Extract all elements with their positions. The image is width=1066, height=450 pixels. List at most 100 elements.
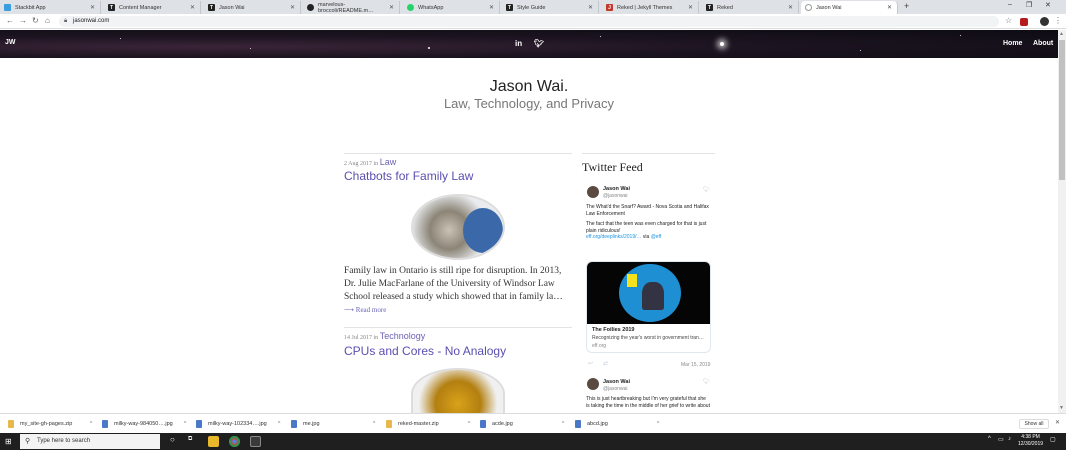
whatsapp-icon bbox=[407, 4, 414, 11]
tab-stackbit-app[interactable]: Stackbit App ✕ bbox=[0, 1, 101, 14]
github-icon bbox=[307, 4, 314, 11]
download-item[interactable]: milky-way-102334….jpg ^ bbox=[196, 419, 280, 429]
chevron-up-icon[interactable]: ^ bbox=[657, 421, 659, 427]
tweet-link[interactable]: eff.org/deeplinks/2019/… bbox=[586, 234, 642, 240]
close-tab-icon[interactable]: ✕ bbox=[90, 4, 95, 11]
tweet-author-handle[interactable]: @jasonwai bbox=[603, 193, 628, 199]
page-scrollbar[interactable]: ▲ ▼ bbox=[1058, 30, 1066, 413]
scroll-down-icon[interactable]: ▼ bbox=[1059, 405, 1064, 411]
tweet-author-handle[interactable]: @jasonwai bbox=[603, 386, 628, 392]
post-category-link[interactable]: Technology bbox=[380, 331, 426, 341]
download-filename: my_site-gh-pages.zip bbox=[20, 421, 73, 427]
site-brand-logo[interactable]: JW bbox=[5, 39, 16, 46]
post-category-link[interactable]: Law bbox=[380, 157, 397, 167]
close-tab-icon[interactable]: ✕ bbox=[887, 4, 892, 11]
post-title-link[interactable]: Chatbots for Family Law bbox=[344, 169, 473, 183]
close-tab-icon[interactable]: ✕ bbox=[788, 4, 793, 11]
hand-shape bbox=[463, 208, 503, 253]
card-description: Recognizing the year's worst in governme… bbox=[592, 335, 704, 341]
tab-jason-wai[interactable]: T Jason Wai ✕ bbox=[204, 1, 301, 14]
close-tab-icon[interactable]: ✕ bbox=[688, 4, 693, 11]
close-window-icon[interactable]: ✕ bbox=[1045, 1, 1051, 9]
image-file-icon bbox=[575, 420, 581, 428]
menu-icon[interactable]: ⋮ bbox=[1054, 16, 1062, 25]
star-icon[interactable]: ☆ bbox=[1005, 16, 1012, 25]
chevron-up-icon[interactable]: ^ bbox=[278, 421, 280, 427]
tweet-date[interactable]: Mar 15, 2019 bbox=[681, 362, 710, 368]
address-bar[interactable]: 🔒︎ jasonwai.com bbox=[59, 16, 999, 27]
close-shelf-icon[interactable]: ✕ bbox=[1055, 419, 1060, 426]
taskbar-clock[interactable]: 4:38 PM 12/30/2019 bbox=[1018, 434, 1043, 448]
tweet-author-name[interactable]: Jason Wai bbox=[603, 186, 630, 192]
chevron-up-icon[interactable]: ^ bbox=[373, 421, 375, 427]
tab-reked[interactable]: T Reked ✕ bbox=[702, 1, 799, 14]
nav-home-link[interactable]: Home bbox=[1003, 40, 1022, 47]
tab-title: WhatsApp bbox=[418, 4, 444, 11]
chevron-up-icon[interactable]: ^ bbox=[988, 436, 991, 442]
download-item[interactable]: acde.jpg ^ bbox=[480, 419, 564, 429]
reload-icon[interactable]: ↻ bbox=[32, 16, 39, 25]
twitter-bird-icon: 🐦︎ bbox=[703, 187, 711, 193]
chevron-up-icon[interactable]: ^ bbox=[562, 421, 564, 427]
card-image bbox=[587, 262, 710, 324]
file-explorer-icon[interactable] bbox=[208, 436, 219, 447]
forward-icon[interactable]: → bbox=[19, 16, 27, 25]
tab-content-manager[interactable]: T Content Manager ✕ bbox=[104, 1, 201, 14]
chevron-up-icon[interactable]: ^ bbox=[184, 421, 186, 427]
close-tab-icon[interactable]: ✕ bbox=[588, 4, 593, 11]
home-icon[interactable]: ⌂ bbox=[45, 16, 50, 25]
read-more-link[interactable]: ⟶ Read more bbox=[344, 306, 386, 314]
tweet-author-name[interactable]: Jason Wai bbox=[603, 379, 630, 385]
close-tab-icon[interactable]: ✕ bbox=[489, 4, 494, 11]
tweet-mention-link[interactable]: @eff bbox=[651, 234, 662, 240]
minimize-icon[interactable]: – bbox=[1008, 1, 1012, 8]
chevron-up-icon[interactable]: ^ bbox=[468, 421, 470, 427]
nav-about-link[interactable]: About bbox=[1033, 40, 1053, 47]
tab-github-readme[interactable]: marvelous-broccoli/README.m… ✕ bbox=[303, 1, 400, 14]
twitter-icon[interactable]: 🐦︎ bbox=[534, 39, 544, 48]
post-thumbnail[interactable] bbox=[413, 196, 503, 258]
retweet-icon[interactable]: ⇄ bbox=[603, 360, 608, 367]
post-thumbnail[interactable] bbox=[413, 370, 503, 418]
download-item[interactable]: abcd.jpg ^ bbox=[575, 419, 659, 429]
cortana-icon[interactable]: ○ bbox=[170, 435, 175, 444]
show-all-button[interactable]: Show all bbox=[1019, 419, 1049, 429]
tab-style-guide[interactable]: T Style Guide ✕ bbox=[502, 1, 599, 14]
post-title-link[interactable]: CPUs and Cores - No Analogy bbox=[344, 344, 506, 358]
site-icon: T bbox=[706, 4, 713, 11]
scroll-up-icon[interactable]: ▲ bbox=[1059, 31, 1064, 37]
chevron-up-icon[interactable]: ^ bbox=[90, 421, 92, 427]
linkedin-icon[interactable]: in bbox=[515, 39, 522, 48]
browser-toolbar: ← → ↻ ⌂ 🔒︎ jasonwai.com ☆ ⋮ bbox=[0, 14, 1066, 29]
download-item[interactable]: milky-way-984050….jpg ^ bbox=[102, 419, 186, 429]
extension-icon[interactable] bbox=[1020, 18, 1028, 26]
avatar[interactable] bbox=[587, 186, 599, 198]
download-item[interactable]: reked-master.zip ^ bbox=[386, 419, 470, 429]
tab-whatsapp[interactable]: WhatsApp ✕ bbox=[403, 1, 500, 14]
avatar[interactable] bbox=[587, 378, 599, 390]
close-tab-icon[interactable]: ✕ bbox=[389, 4, 394, 11]
post-excerpt-text: Family law in Ontario is still ripe for … bbox=[344, 266, 563, 302]
tweet-link-card[interactable]: The Foilies 2019 Recognizing the year's … bbox=[586, 261, 711, 353]
mail-icon[interactable] bbox=[250, 436, 261, 447]
tab-reked-jekyll-themes[interactable]: J Reked | Jekyll Themes ✕ bbox=[602, 1, 699, 14]
volume-icon[interactable]: ♪ bbox=[1008, 436, 1011, 442]
tweet-text: This is just heartbreaking but I'm very … bbox=[586, 396, 711, 409]
task-view-icon[interactable]: ⧉ bbox=[188, 436, 192, 443]
maximize-icon[interactable]: ❐ bbox=[1026, 1, 1032, 9]
new-tab-button[interactable]: + bbox=[904, 1, 909, 11]
network-icon[interactable]: ▭ bbox=[998, 436, 1004, 443]
download-item[interactable]: my_site-gh-pages.zip ^ bbox=[8, 419, 92, 429]
scrollbar-thumb[interactable] bbox=[1059, 40, 1065, 180]
reply-icon[interactable]: ↩ bbox=[588, 360, 593, 367]
notifications-icon[interactable]: ▢ bbox=[1050, 436, 1056, 443]
download-item[interactable]: me.jpg ^ bbox=[291, 419, 375, 429]
close-tab-icon[interactable]: ✕ bbox=[290, 4, 295, 11]
taskbar-search-input[interactable]: ⚲ Type here to search bbox=[20, 434, 160, 449]
tab-jason-wai-active[interactable]: Jason Wai ✕ bbox=[801, 1, 898, 14]
close-tab-icon[interactable]: ✕ bbox=[190, 4, 195, 11]
back-icon[interactable]: ← bbox=[6, 16, 14, 25]
avatar[interactable] bbox=[1040, 17, 1049, 26]
windows-start-icon[interactable]: ⊞ bbox=[5, 437, 12, 446]
chrome-icon[interactable] bbox=[229, 436, 240, 447]
